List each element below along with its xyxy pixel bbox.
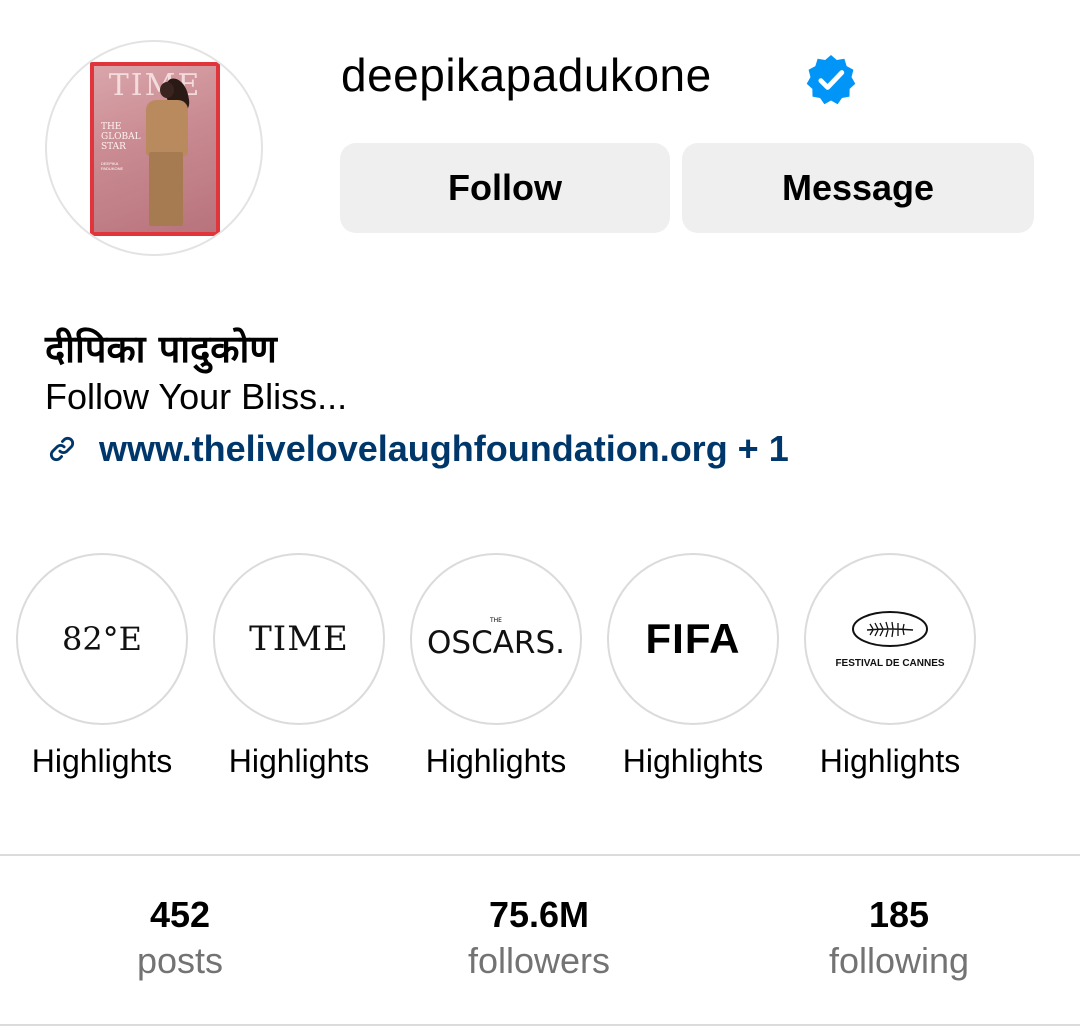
followers-count[interactable]: 75.6M followers (439, 893, 639, 985)
cover-subline: DEEPIKA PADUKONE (101, 161, 124, 171)
following-count[interactable]: 185 following (799, 893, 999, 985)
cover-headline: THE GLOBAL STAR (101, 122, 141, 152)
cannes-logo: FESTIVAL DE CANNES (835, 609, 945, 669)
bio-text: Follow Your Bliss... (45, 376, 348, 417)
stat-label: following (828, 940, 970, 981)
stat-label: followers (467, 940, 611, 981)
highlight-cover[interactable]: FESTIVAL DE CANNES (804, 553, 976, 725)
stat-label: posts (136, 940, 224, 981)
palm-leaf-icon (852, 611, 928, 647)
highlight-label: Highlights (819, 743, 961, 779)
bio-link[interactable]: www.thelivelovelaughfoundation.org + 1 (45, 428, 789, 470)
link-icon (49, 436, 75, 462)
highlight-label: Highlights (228, 743, 370, 779)
message-button[interactable]: Message (682, 143, 1034, 233)
highlight-label: Highlights (425, 743, 567, 779)
highlight-cover[interactable]: FIFA (607, 553, 779, 725)
highlight-cover[interactable]: THE OSCARS. (410, 553, 582, 725)
highlight-cannes[interactable]: FESTIVAL DE CANNES Highlights (802, 553, 978, 780)
82e-logo: 82°E (61, 620, 143, 658)
divider (0, 1024, 1080, 1026)
fifa-logo: FIFA (645, 615, 741, 662)
posts-count[interactable]: 452 posts (80, 893, 280, 985)
highlight-label: Highlights (622, 743, 764, 779)
highlight-time[interactable]: TIME Highlights (211, 553, 387, 780)
display-name: दीपिका पादुकोण (45, 327, 277, 371)
highlight-82e[interactable]: 82°E Highlights (14, 553, 190, 780)
verified-badge-icon (806, 55, 856, 105)
username: deepikapadukone (341, 49, 712, 101)
highlight-oscars[interactable]: THE OSCARS. Highlights (408, 553, 584, 780)
highlight-fifa[interactable]: FIFA Highlights (605, 553, 781, 780)
stat-value: 75.6M (488, 894, 590, 935)
oscars-logo: THE OSCARS. (426, 617, 565, 661)
time-logo: TIME (249, 619, 349, 659)
highlight-label: Highlights (31, 743, 173, 779)
cover-masthead: TIME (108, 68, 202, 103)
divider (0, 854, 1080, 856)
time-cover-image: TIME THE GLOBAL STAR DEEPIKA PADUKONE (90, 62, 220, 236)
stat-value: 185 (868, 894, 930, 935)
profile-avatar[interactable]: TIME THE GLOBAL STAR DEEPIKA PADUKONE (45, 40, 263, 256)
highlight-cover[interactable]: TIME (213, 553, 385, 725)
highlight-cover[interactable]: 82°E (16, 553, 188, 725)
follow-button[interactable]: Follow (340, 143, 670, 233)
stat-value: 452 (149, 894, 211, 935)
bio-link-text[interactable]: www.thelivelovelaughfoundation.org + 1 (99, 428, 789, 470)
